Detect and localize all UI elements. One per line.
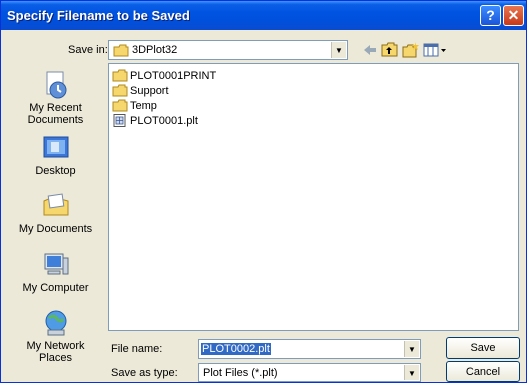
file-name: PLOT0001PRINT bbox=[130, 70, 217, 82]
place-label: Documents bbox=[27, 114, 84, 126]
list-item[interactable]: PLOT0001.plt bbox=[112, 114, 198, 128]
back-arrow-icon[interactable] bbox=[362, 42, 378, 58]
chevron-down-icon[interactable]: ▼ bbox=[331, 42, 346, 58]
plot-file-icon bbox=[113, 114, 126, 127]
up-folder-icon[interactable] bbox=[381, 42, 398, 58]
new-folder-icon[interactable] bbox=[402, 42, 419, 58]
place-label: Places bbox=[38, 352, 73, 364]
place-label: My Network bbox=[26, 340, 85, 352]
chevron-down-icon[interactable]: ▼ bbox=[404, 365, 419, 380]
save-as-type-dropdown[interactable]: Plot Files (*.plt) ▼ bbox=[198, 363, 421, 382]
save-button[interactable]: Save bbox=[446, 337, 520, 359]
filename-value: PLOT0002.plt bbox=[201, 343, 271, 355]
help-button[interactable]: ? bbox=[480, 5, 501, 26]
place-label: My Computer bbox=[22, 282, 89, 294]
filename-text: PLOT0002.plt bbox=[201, 343, 271, 355]
filename-label: File name: bbox=[111, 343, 163, 355]
close-icon: ✕ bbox=[507, 7, 520, 23]
folder-icon bbox=[112, 99, 128, 112]
save-as-type-value: Plot Files (*.plt) bbox=[203, 367, 278, 379]
chevron-down-icon[interactable]: ▼ bbox=[404, 341, 419, 357]
place-my-network-places[interactable]: My Network Places bbox=[10, 308, 101, 364]
save-in-label: Save in: bbox=[68, 44, 108, 56]
folder-icon bbox=[112, 69, 128, 82]
close-button[interactable]: ✕ bbox=[503, 5, 524, 26]
folder-icon bbox=[112, 84, 128, 97]
file-name: Temp bbox=[130, 100, 157, 112]
recent-documents-icon bbox=[46, 71, 66, 99]
save-in-dropdown[interactable]: 3DPlot32 ▼ bbox=[108, 40, 348, 60]
place-label: My Documents bbox=[18, 223, 93, 235]
place-my-recent-documents[interactable]: My Recent Documents bbox=[10, 70, 101, 126]
view-menu-icon[interactable] bbox=[423, 42, 447, 58]
list-item[interactable]: Support bbox=[112, 84, 169, 98]
place-label: Desktop bbox=[35, 165, 76, 177]
place-my-documents[interactable]: My Documents bbox=[10, 191, 101, 235]
my-documents-icon bbox=[43, 193, 68, 216]
save-in-value: 3DPlot32 bbox=[132, 44, 178, 56]
places-bar: My Recent Documents Desktop My Documents bbox=[10, 60, 101, 378]
place-desktop[interactable]: Desktop bbox=[10, 133, 101, 177]
place-my-computer[interactable]: My Computer bbox=[10, 250, 101, 294]
file-name: PLOT0001.plt bbox=[130, 115, 198, 127]
place-label: My Recent bbox=[29, 102, 82, 114]
save-as-type-label: Save as type: bbox=[111, 367, 178, 379]
list-item[interactable]: Temp bbox=[112, 99, 157, 113]
file-name: Support bbox=[130, 85, 169, 97]
desktop-icon bbox=[43, 136, 68, 158]
title-bar[interactable]: Specify Filename to be Saved ? ✕ bbox=[1, 1, 526, 30]
folder-icon bbox=[113, 44, 129, 57]
file-list[interactable]: PLOT0001PRINT Support Temp PLOT0001.plt bbox=[108, 63, 519, 331]
my-computer-icon bbox=[44, 253, 68, 275]
list-item[interactable]: PLOT0001PRINT bbox=[112, 69, 216, 83]
dialog-title: Specify Filename to be Saved bbox=[7, 8, 190, 23]
network-places-icon bbox=[45, 310, 66, 336]
help-icon: ? bbox=[486, 7, 495, 23]
filename-input[interactable]: PLOT0002.plt ▼ bbox=[198, 339, 421, 359]
save-dialog: Specify Filename to be Saved ? ✕ Save in… bbox=[0, 0, 527, 383]
cancel-button[interactable]: Cancel bbox=[446, 361, 520, 382]
